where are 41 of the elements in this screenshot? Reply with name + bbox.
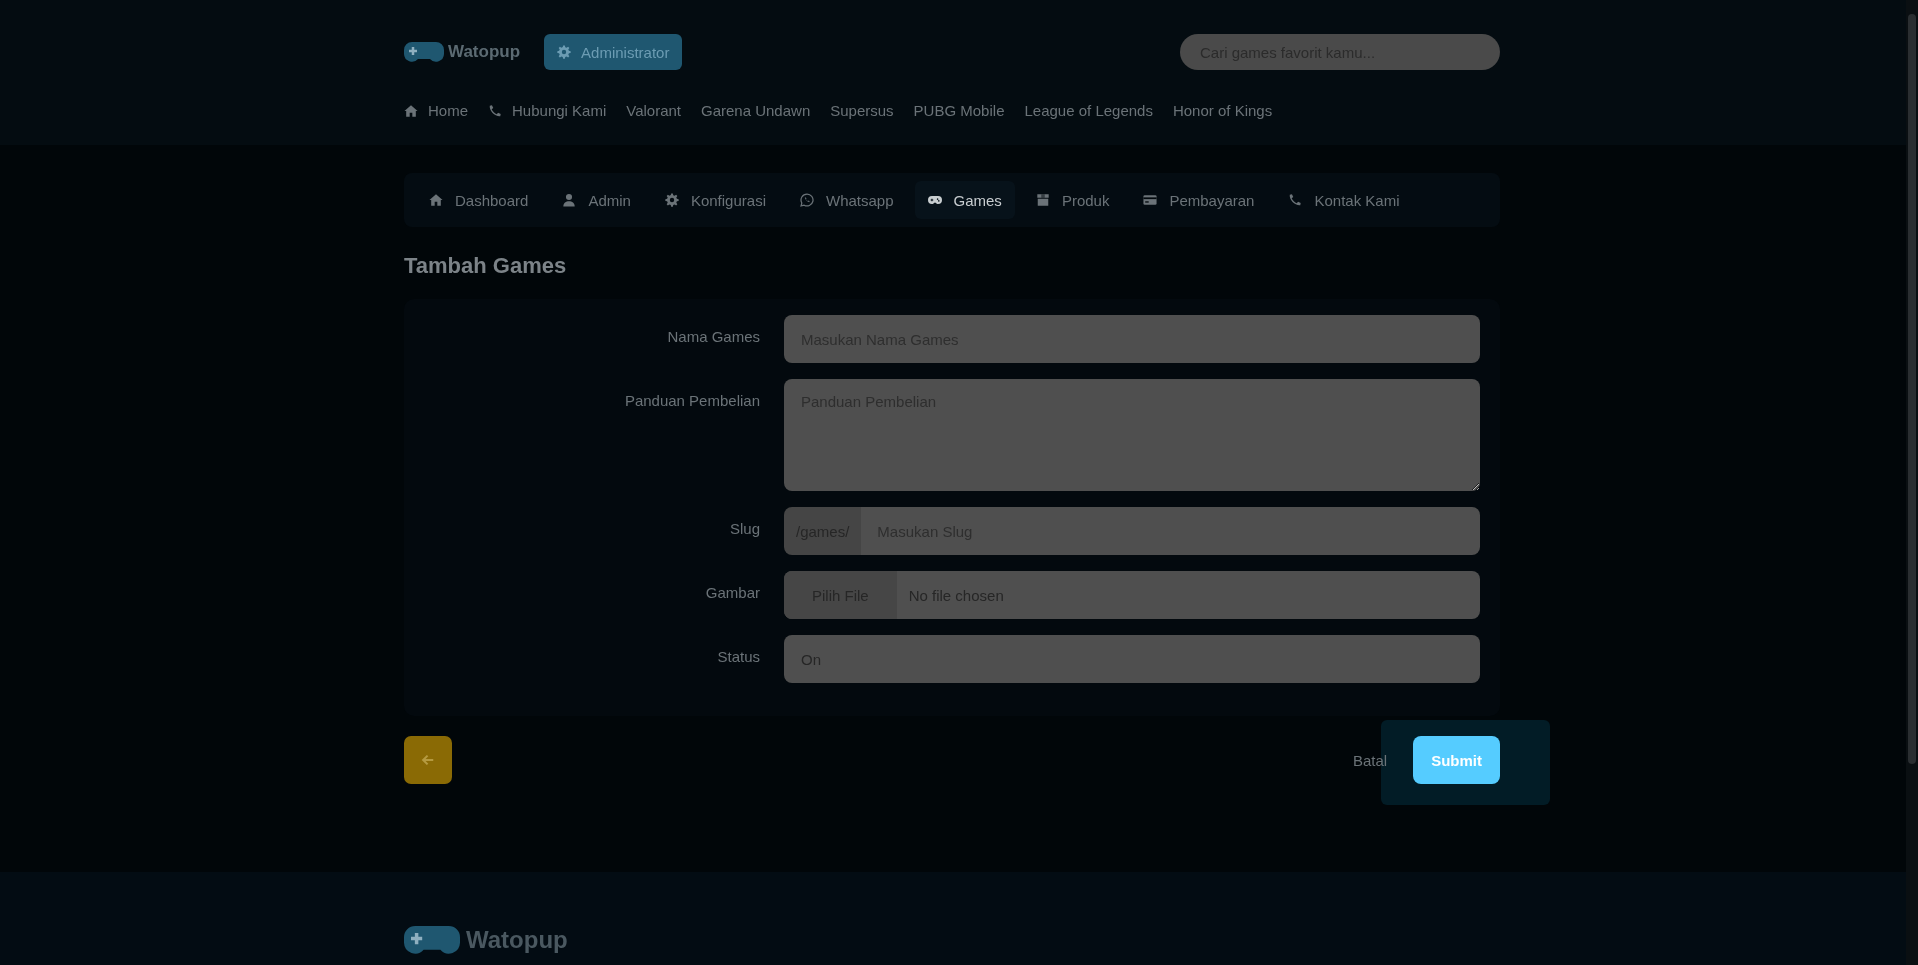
nav-tab[interactable]: Games xyxy=(914,181,1015,219)
nav-tab[interactable]: Pembayaran xyxy=(1130,181,1268,219)
nav-link[interactable]: Honor of Kings xyxy=(1172,102,1273,119)
nav-link[interactable]: Home xyxy=(404,102,468,119)
field-label: Panduan Pembelian xyxy=(623,391,760,409)
back-button[interactable] xyxy=(404,736,452,784)
scrollbar[interactable] xyxy=(1906,0,1918,965)
card-icon xyxy=(1143,193,1158,207)
nav-link[interactable]: Supersus xyxy=(830,102,894,119)
administrator-button[interactable]: Administrator xyxy=(544,34,683,70)
field-label: Slug xyxy=(728,519,760,537)
scrollbar-thumb[interactable] xyxy=(1908,14,1916,764)
field-label: Status xyxy=(716,647,760,665)
nav-tab[interactable]: Kontak Kami xyxy=(1275,181,1413,219)
phone-icon xyxy=(1288,193,1303,207)
nav-tab[interactable]: Konfigurasi xyxy=(651,181,779,219)
footer-logo-text: Watopup xyxy=(466,926,568,954)
gamepad-icon xyxy=(927,193,942,207)
arrow-left-icon xyxy=(421,753,435,767)
nav-link[interactable]: PUBG Mobile xyxy=(913,102,1005,119)
field-label: Nama Games xyxy=(666,327,760,345)
nav-link[interactable]: Garena Undawn xyxy=(701,102,811,119)
nav-link[interactable]: Valorant xyxy=(626,102,681,119)
logo-text: Watopup xyxy=(448,42,521,62)
page-title: Tambah Games xyxy=(404,253,568,279)
field-label: Gambar xyxy=(704,583,760,601)
user-icon xyxy=(562,193,577,207)
home-icon xyxy=(429,193,443,207)
home-icon xyxy=(404,103,418,118)
nav-link[interactable]: Hubungi Kami xyxy=(488,102,607,119)
nav-tab[interactable]: Admin xyxy=(549,181,644,219)
chat-bubble-icon xyxy=(799,193,814,207)
nav-tab[interactable]: Produk xyxy=(1022,181,1123,219)
cancel-button[interactable]: Batal xyxy=(1346,750,1394,770)
gear-icon xyxy=(557,45,572,59)
gear-icon xyxy=(664,193,679,207)
nav-link[interactable]: League of Legends xyxy=(1024,102,1153,119)
nav-tab[interactable]: Whatsapp xyxy=(786,181,907,219)
nav-tab[interactable]: Dashboard xyxy=(416,181,542,219)
box-icon xyxy=(1035,193,1050,207)
phone-icon xyxy=(488,103,502,118)
